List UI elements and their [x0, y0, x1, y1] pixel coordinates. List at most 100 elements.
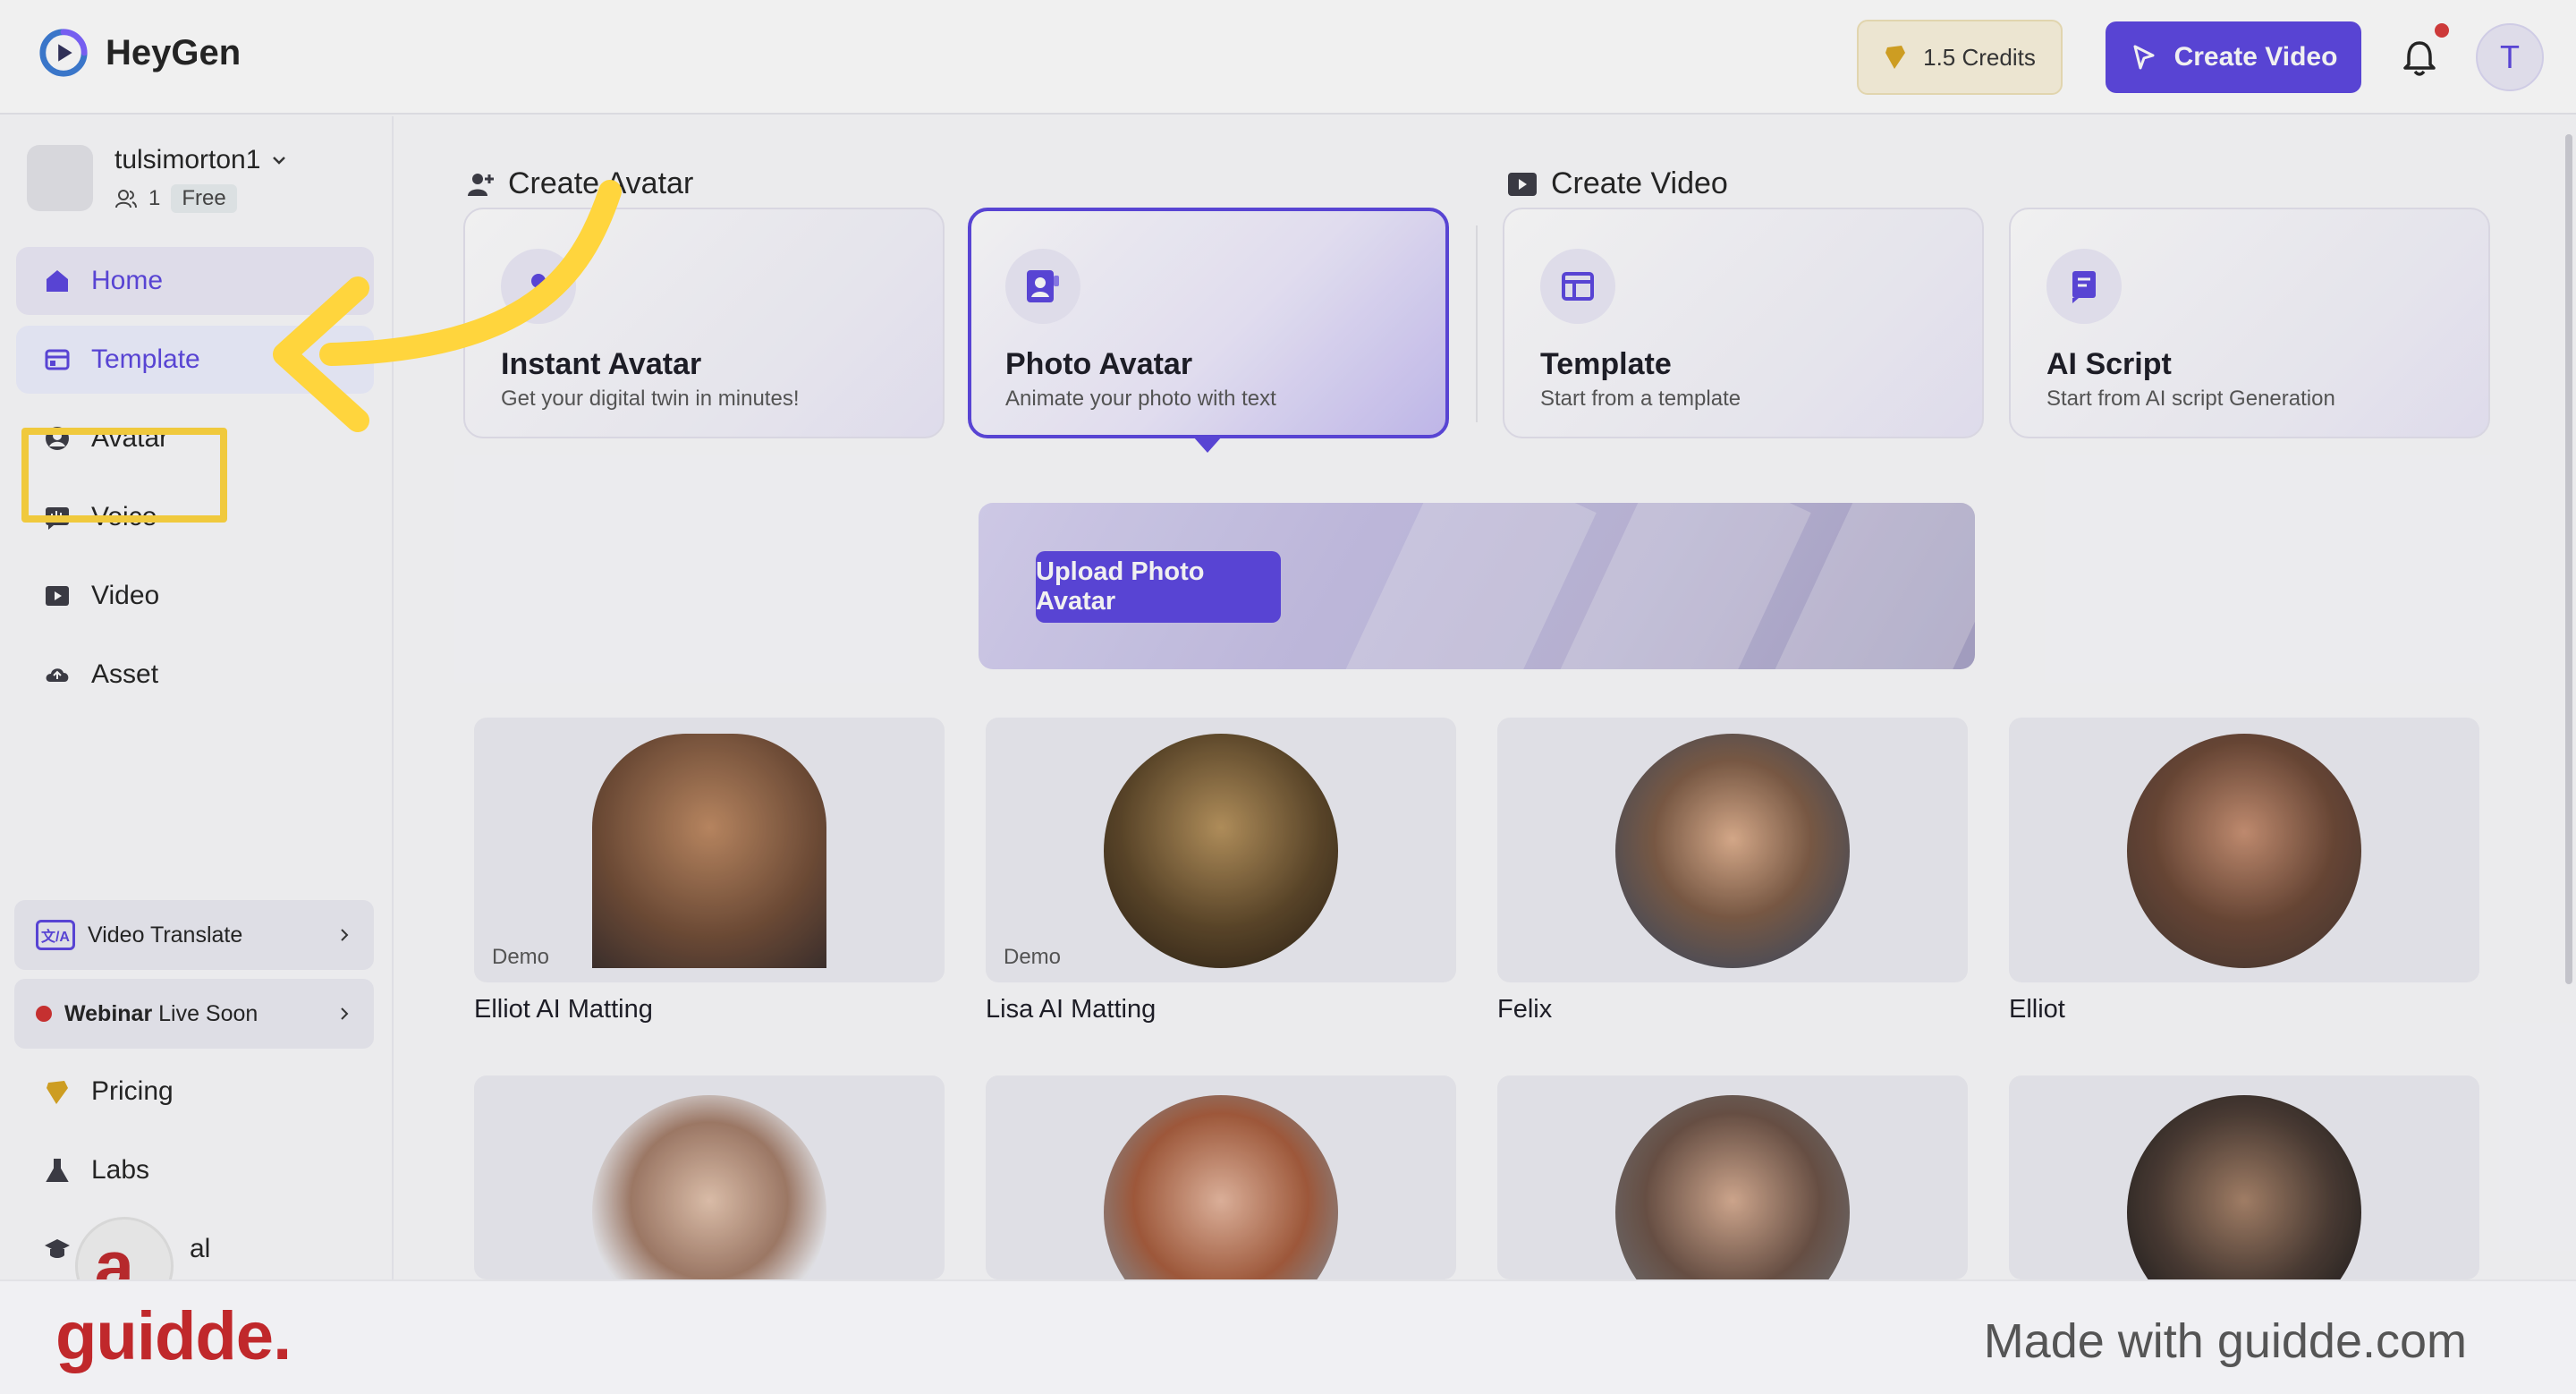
asset-cloud-icon	[46, 668, 69, 682]
create-video-heading: Create Video	[1506, 166, 1728, 201]
avatar-card[interactable]	[1497, 718, 1968, 982]
video-cursor-icon	[2133, 45, 2155, 70]
notification-dot	[2435, 23, 2449, 38]
app-window: HeyGen 1.5 Credits Create Video T tulsim…	[0, 0, 2576, 1315]
chevron-right-icon	[341, 1007, 349, 1020]
avatar-thumbnail	[2127, 734, 2361, 968]
page-scrollbar[interactable]	[2565, 134, 2572, 984]
credits-gem-icon	[1885, 46, 1906, 69]
sidebar-item-home[interactable]: Home	[16, 247, 374, 315]
avatar-card[interactable]	[1497, 1075, 1968, 1279]
webinar-promo[interactable]: Webinar Live Soon	[14, 979, 374, 1049]
card-subtitle: Animate your photo with text	[1005, 387, 1276, 411]
video-icon	[1508, 172, 1537, 196]
card-title: Photo Avatar	[1005, 347, 1193, 381]
add-person-icon	[468, 173, 494, 196]
section-divider	[1476, 225, 1478, 422]
heygen-logo-icon	[39, 29, 88, 77]
promo-label: Webinar Live Soon	[64, 1001, 258, 1027]
card-subtitle: Start from a template	[1540, 387, 1741, 411]
plan-badge: Free	[171, 184, 237, 213]
instant-avatar-card[interactable]: Instant Avatar Get your digital twin in …	[463, 208, 945, 438]
banner-decoration	[1559, 503, 1811, 669]
brand-logo[interactable]: HeyGen	[38, 27, 241, 79]
demo-tag: Demo	[492, 945, 550, 969]
create-video-label: Create Video	[2174, 42, 2338, 72]
sidebar-item-labs[interactable]: Labs	[16, 1136, 374, 1204]
video-translate-promo[interactable]: 文/A Video Translate	[14, 900, 374, 970]
avatar-name: Elliot AI Matting	[474, 995, 653, 1024]
avatar-card[interactable]: Demo	[474, 718, 945, 982]
avatar-card[interactable]	[474, 1075, 945, 1279]
template-card[interactable]: Template Start from a template	[1503, 208, 1984, 438]
sidebar-item-video[interactable]: Video	[16, 562, 374, 630]
sidebar-item-avatar[interactable]: Avatar	[16, 404, 374, 472]
card-subtitle: Get your digital twin in minutes!	[501, 387, 800, 411]
live-dot	[36, 1006, 52, 1022]
credits-button[interactable]: 1.5 Credits	[1857, 20, 2063, 95]
workspace-switcher[interactable]: tulsimorton1 1 Free	[27, 145, 289, 213]
create-video-button[interactable]: Create Video	[2106, 21, 2361, 93]
webinar-rest: Live Soon	[152, 1000, 258, 1026]
sidebar-item-voice[interactable]: Voice	[16, 483, 374, 551]
promo-label: Video Translate	[88, 922, 243, 948]
section-title: Create Avatar	[508, 166, 694, 200]
sidebar-item-pricing[interactable]: Pricing	[16, 1058, 374, 1126]
template-icon	[45, 349, 70, 370]
avatar-thumbnail	[592, 734, 826, 968]
sidebar-item-label: Asset	[91, 659, 159, 689]
username: tulsimorton1	[114, 145, 261, 174]
home-icon	[47, 270, 68, 292]
sidebar-item-label: Pricing	[91, 1076, 174, 1106]
sidebar: tulsimorton1 1 Free Home Template Avatar…	[0, 116, 394, 1279]
sidebar-item-label: Template	[91, 344, 200, 374]
notification-bell-icon[interactable]	[2397, 36, 2442, 81]
graduation-cap-icon	[45, 1239, 70, 1258]
avatar-thumbnail	[1615, 734, 1850, 968]
user-meta: 1 Free	[114, 184, 289, 213]
avatar-card[interactable]	[2009, 718, 2479, 982]
sidebar-nav: Home Template Avatar Voice Video Asset	[16, 247, 374, 719]
upload-photo-avatar-button[interactable]: Upload Photo Avatar	[1036, 551, 1281, 623]
avatar-thumbnail	[1615, 1095, 1850, 1279]
guidde-footer: guidde. Made with guidde.com	[0, 1279, 2576, 1394]
photo-avatar-banner: Upload Photo Avatar	[979, 503, 1975, 669]
sidebar-item-label: al	[190, 1234, 211, 1263]
brand-name: HeyGen	[106, 32, 242, 72]
instant-avatar-icon	[501, 249, 576, 324]
avatar-icon	[46, 427, 69, 450]
create-avatar-heading: Create Avatar	[465, 166, 693, 201]
chevron-down-icon	[273, 157, 286, 165]
card-title: AI Script	[2046, 347, 2172, 381]
ai-script-card[interactable]: AI Script Start from AI script Generatio…	[2009, 208, 2490, 438]
sidebar-item-asset[interactable]: Asset	[16, 641, 374, 709]
chevron-right-icon	[341, 929, 349, 941]
section-title: Create Video	[1551, 166, 1728, 200]
avatar-thumbnail	[1104, 734, 1338, 968]
card-title: Instant Avatar	[501, 347, 702, 381]
top-bar: HeyGen 1.5 Credits Create Video T	[0, 0, 2576, 115]
credits-label: 1.5 Credits	[1923, 43, 2036, 71]
sidebar-item-label: Labs	[91, 1155, 150, 1185]
demo-tag: Demo	[1004, 945, 1062, 969]
guidde-logo: guidde.	[55, 1298, 292, 1374]
sidebar-item-template[interactable]: Template	[16, 326, 374, 394]
made-with-text[interactable]: Made with guidde.com	[1984, 1313, 2467, 1369]
member-count: 1	[148, 186, 161, 210]
photo-avatar-icon	[1005, 249, 1080, 324]
sidebar-item-tutorial[interactable]: al	[16, 1215, 374, 1283]
sidebar-nav-bottom: Pricing Labs al	[16, 1058, 374, 1294]
profile-avatar[interactable]: T	[2476, 23, 2544, 91]
photo-avatar-card[interactable]: Photo Avatar Animate your photo with tex…	[968, 208, 1449, 438]
video-icon	[46, 586, 69, 606]
members-icon	[115, 190, 137, 208]
avatar-card[interactable]	[2009, 1075, 2479, 1279]
user-avatar	[27, 145, 93, 211]
avatar-thumbnail	[592, 1095, 826, 1279]
avatar-name: Felix	[1497, 995, 1553, 1024]
avatar-card[interactable]: Demo	[986, 718, 1456, 982]
avatar-card[interactable]	[986, 1075, 1456, 1279]
translate-icon: 文/A	[36, 920, 75, 950]
sidebar-item-label: Home	[91, 266, 164, 295]
voice-icon	[46, 507, 69, 530]
